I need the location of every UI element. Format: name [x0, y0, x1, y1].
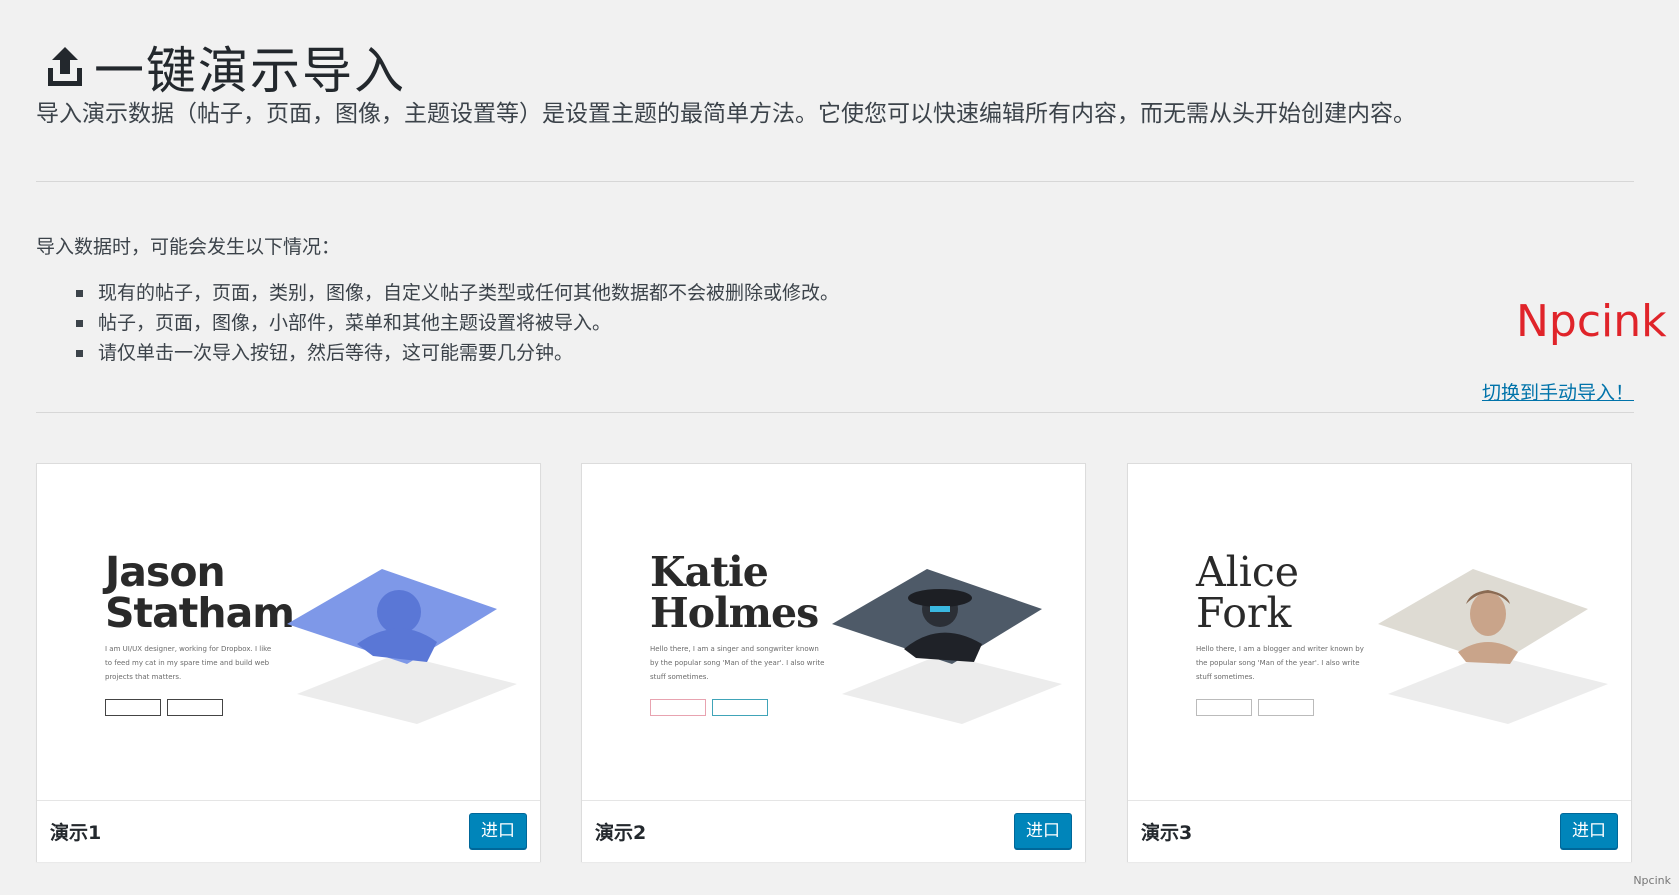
page-wrap: 一键演示导入 导入演示数据（帖子，页面，图像，主题设置等）是设置主题的最简单方法…: [36, 0, 1667, 895]
demo-card-footer: 演示3 进口: [1128, 800, 1631, 862]
upload-icon: [48, 46, 82, 86]
footer-watermark: Npcink: [1633, 874, 1671, 887]
preview-desc: Hello there, I am a singer and songwrite…: [650, 645, 825, 681]
demo-list: Jason Statham I am UI/UX designer, worki…: [36, 463, 1634, 863]
demo-screenshot[interactable]: Katie Holmes Hello there, I am a singer …: [582, 464, 1085, 800]
intro-text: 导入演示数据（帖子，页面，图像，主题设置等）是设置主题的最简单方法。它使您可以快…: [36, 101, 1416, 127]
import-button[interactable]: 进口: [1560, 813, 1618, 849]
notice-item: 请仅单击一次导入按钮，然后等待，这可能需要几分钟。: [76, 338, 839, 368]
demo-card-footer: 演示1 进口: [37, 800, 540, 862]
page-title-text: 一键演示导入: [94, 41, 406, 100]
divider: [36, 181, 1634, 182]
notice-item: 帖子，页面，图像，小部件，菜单和其他主题设置将被导入。: [76, 308, 839, 338]
preview-name: Jason Statham: [105, 548, 295, 637]
preview-button: [1258, 699, 1314, 716]
demo-title: 演示3: [1141, 822, 1193, 844]
preview-buttons: [1196, 699, 1314, 716]
portrait-image: [1378, 569, 1608, 724]
notice-list: 现有的帖子，页面，类别，图像，自定义帖子类型或任何其他数据都不会被删除或修改。 …: [76, 278, 839, 368]
portrait-image: [287, 569, 517, 724]
preview-button: [1196, 699, 1252, 716]
portrait-image: [832, 569, 1062, 724]
preview-name: Alice Fork: [1196, 548, 1300, 637]
demo-card: Alice Fork Hello there, I am a blogger a…: [1127, 463, 1632, 862]
demo-card: Jason Statham I am UI/UX designer, worki…: [36, 463, 541, 862]
page-title: 一键演示导入: [42, 36, 406, 100]
notice-heading: 导入数据时，可能会发生以下情况：: [36, 236, 341, 258]
preview-desc: Hello there, I am a blogger and writer k…: [1196, 645, 1364, 681]
demo-title: 演示1: [50, 822, 102, 844]
switch-manual-import-link[interactable]: 切换到手动导入！: [1482, 378, 1634, 405]
preview-buttons: [650, 699, 768, 716]
preview-name: Katie Holmes: [650, 548, 819, 637]
preview-button: [105, 699, 161, 716]
preview-buttons: [105, 699, 223, 716]
notice-item: 现有的帖子，页面，类别，图像，自定义帖子类型或任何其他数据都不会被删除或修改。: [76, 278, 839, 308]
preview-desc: I am UI/UX designer, working for Dropbox…: [105, 645, 272, 681]
watermark-text: Npcink: [1516, 296, 1667, 347]
demo-card: Katie Holmes Hello there, I am a singer …: [581, 463, 1086, 862]
divider: [36, 412, 1634, 413]
preview-button: [712, 699, 768, 716]
import-button[interactable]: 进口: [1014, 813, 1072, 849]
preview-button: [167, 699, 223, 716]
demo-screenshot[interactable]: Jason Statham I am UI/UX designer, worki…: [37, 464, 540, 800]
import-button[interactable]: 进口: [469, 813, 527, 849]
demo-card-footer: 演示2 进口: [582, 800, 1085, 862]
demo-screenshot[interactable]: Alice Fork Hello there, I am a blogger a…: [1128, 464, 1631, 800]
demo-title: 演示2: [595, 822, 647, 844]
preview-button: [650, 699, 706, 716]
